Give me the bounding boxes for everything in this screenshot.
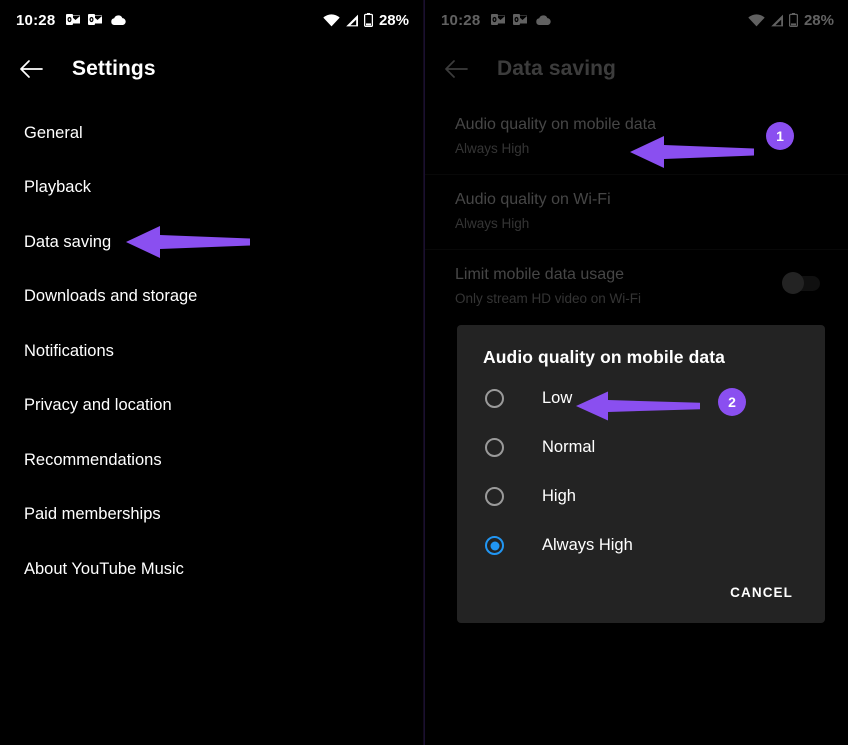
row-limit-mobile-data-usage[interactable]: Limit mobile data usage Only stream HD v… — [425, 249, 848, 324]
dialog-actions: CANCEL — [457, 570, 825, 617]
radio-button-icon[interactable] — [485, 438, 504, 457]
row-title: Audio quality on mobile data — [455, 116, 657, 133]
settings-item-label: Downloads and storage — [24, 287, 198, 306]
battery-percent-label: 28% — [803, 11, 834, 29]
cellular-signal-icon — [345, 14, 359, 27]
battery-percent-label: 28% — [378, 11, 409, 29]
left-app-bar: Settings — [0, 40, 423, 98]
settings-item-label: Paid memberships — [24, 505, 161, 524]
settings-item-label: Privacy and location — [24, 396, 172, 415]
settings-item-label: General — [24, 123, 83, 142]
settings-item-label: Recommendations — [24, 450, 162, 469]
status-bar-right: 10:28 28% — [425, 0, 848, 40]
cancel-button[interactable]: CANCEL — [724, 584, 799, 601]
dialog-title: Audio quality on mobile data — [483, 347, 725, 367]
radio-option-high[interactable]: High — [457, 472, 825, 521]
sidebar-item-about-youtube-music[interactable]: About YouTube Music — [0, 542, 423, 597]
wifi-icon — [748, 13, 765, 27]
toggle-thumb — [782, 272, 804, 294]
status-bar-time: 10:28 — [441, 11, 481, 29]
screenshot-root: 10:28 28% Settings General Playback Data… — [0, 0, 848, 745]
sidebar-item-data-saving[interactable]: Data saving — [0, 215, 423, 270]
outlook-icon — [513, 13, 528, 27]
outlook-icon — [88, 13, 103, 27]
cloud-icon — [535, 14, 552, 26]
radio-option-label: Low — [542, 389, 573, 407]
right-app-bar: Data saving — [425, 40, 848, 98]
row-subtitle: Only stream HD video on Wi-Fi — [455, 291, 642, 306]
cellular-signal-icon — [770, 14, 784, 27]
settings-item-label: Playback — [24, 178, 91, 197]
right-phone-screen: 10:28 28% Data saving Audio quality on m… — [424, 0, 848, 745]
radio-option-low[interactable]: Low — [457, 374, 825, 423]
outlook-icon — [491, 13, 506, 27]
status-bar-system-icons: 28% — [323, 12, 409, 29]
limit-mobile-data-toggle[interactable] — [782, 272, 820, 294]
radio-option-label: Normal — [542, 438, 596, 456]
row-subtitle: Always High — [455, 216, 530, 231]
sidebar-item-paid-memberships[interactable]: Paid memberships — [0, 488, 423, 543]
cloud-icon — [110, 14, 127, 26]
radio-button-selected-icon[interactable] — [485, 536, 504, 555]
radio-button-icon[interactable] — [485, 487, 504, 506]
sidebar-item-general[interactable]: General — [0, 106, 423, 161]
battery-icon — [363, 13, 373, 27]
row-title: Limit mobile data usage — [455, 266, 624, 283]
sidebar-item-downloads-and-storage[interactable]: Downloads and storage — [0, 270, 423, 325]
radio-option-normal[interactable]: Normal — [457, 423, 825, 472]
sidebar-item-privacy-and-location[interactable]: Privacy and location — [0, 379, 423, 434]
data-saving-list: Audio quality on mobile data Always High… — [425, 98, 848, 324]
status-bar-system-icons: 28% — [748, 12, 834, 29]
status-bar-notification-icons — [491, 13, 552, 27]
wifi-icon — [323, 13, 340, 27]
row-audio-quality-mobile-data[interactable]: Audio quality on mobile data Always High — [425, 100, 848, 174]
radio-option-label: Always High — [542, 536, 633, 554]
settings-item-label: About YouTube Music — [24, 559, 184, 578]
back-arrow-icon[interactable] — [18, 56, 44, 82]
status-bar-notification-icons — [66, 13, 127, 27]
page-title: Data saving — [497, 57, 616, 80]
row-audio-quality-wifi[interactable]: Audio quality on Wi-Fi Always High — [425, 174, 848, 249]
back-arrow-icon[interactable] — [443, 56, 469, 82]
status-bar-left: 10:28 28% — [0, 0, 423, 40]
row-subtitle: Always High — [455, 141, 530, 156]
radio-button-icon[interactable] — [485, 389, 504, 408]
row-text-block: Limit mobile data usage Only stream HD v… — [455, 264, 641, 308]
settings-list: General Playback Data saving Downloads a… — [0, 98, 423, 597]
radio-option-always-high[interactable]: Always High — [457, 521, 825, 570]
outlook-icon — [66, 13, 81, 27]
left-phone-screen: 10:28 28% Settings General Playback Data… — [0, 0, 424, 745]
page-title: Settings — [72, 57, 156, 80]
audio-quality-dialog: Audio quality on mobile data Low Normal … — [457, 325, 825, 623]
row-title: Audio quality on Wi-Fi — [455, 191, 611, 208]
battery-icon — [788, 13, 798, 27]
settings-item-label: Notifications — [24, 341, 114, 360]
sidebar-item-playback[interactable]: Playback — [0, 161, 423, 216]
status-bar-time: 10:28 — [16, 11, 56, 29]
sidebar-item-notifications[interactable]: Notifications — [0, 324, 423, 379]
radio-option-label: High — [542, 487, 576, 505]
sidebar-item-recommendations[interactable]: Recommendations — [0, 433, 423, 488]
settings-item-label: Data saving — [24, 232, 112, 251]
